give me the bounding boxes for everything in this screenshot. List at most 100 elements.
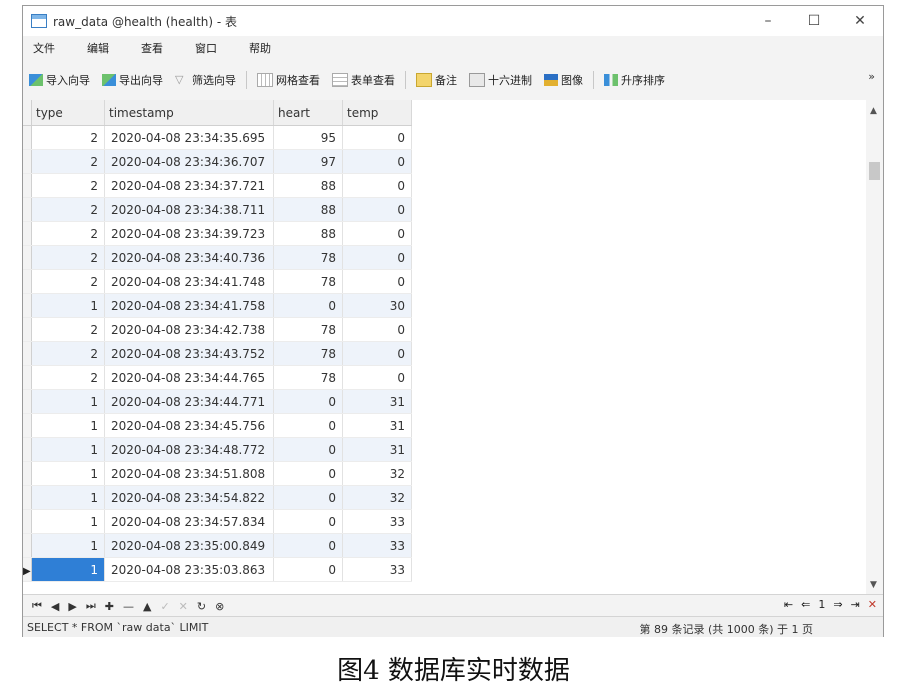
column-header-timestamp[interactable]: timestamp [104, 100, 274, 126]
row-indicator[interactable] [23, 197, 32, 222]
cell-type[interactable]: 1 [31, 485, 105, 510]
table-row[interactable]: 1 2020-04-08 23:34:48.772 0 31 [23, 437, 412, 462]
prev-page-button[interactable]: ⇐ [801, 598, 810, 611]
cell-type[interactable]: 2 [31, 317, 105, 342]
cell-timestamp[interactable]: 2020-04-08 23:34:42.738 [104, 317, 274, 342]
cell-temp[interactable]: 0 [342, 221, 412, 246]
cell-heart[interactable]: 78 [273, 269, 343, 294]
table-row[interactable]: 2 2020-04-08 23:34:39.723 88 0 [23, 221, 412, 246]
cell-temp[interactable]: 30 [342, 293, 412, 318]
cell-type[interactable]: 2 [31, 197, 105, 222]
cell-timestamp[interactable]: 2020-04-08 23:34:57.834 [104, 509, 274, 534]
cell-timestamp[interactable]: 2020-04-08 23:34:41.758 [104, 293, 274, 318]
cell-heart[interactable]: 88 [273, 197, 343, 222]
cell-timestamp[interactable]: 2020-04-08 23:34:43.752 [104, 341, 274, 366]
image-button[interactable]: 图像 [544, 72, 583, 88]
cell-timestamp[interactable]: 2020-04-08 23:34:36.707 [104, 149, 274, 174]
cell-type[interactable]: 2 [31, 245, 105, 270]
cell-timestamp[interactable]: 2020-04-08 23:34:44.765 [104, 365, 274, 390]
table-row[interactable]: 1 2020-04-08 23:35:00.849 0 33 [23, 533, 412, 558]
row-indicator[interactable] [23, 485, 32, 510]
cell-temp[interactable]: 0 [342, 341, 412, 366]
cell-type[interactable]: 2 [31, 221, 105, 246]
move-up-button[interactable]: ▲ [143, 600, 151, 613]
hex-button[interactable]: 十六进制 [469, 72, 532, 88]
memo-button[interactable]: 备注 [416, 72, 457, 88]
row-indicator[interactable] [23, 461, 32, 486]
cell-timestamp[interactable]: 2020-04-08 23:34:48.772 [104, 437, 274, 462]
cell-temp[interactable]: 0 [342, 317, 412, 342]
table-row[interactable]: 2 2020-04-08 23:34:38.711 88 0 [23, 197, 412, 222]
last-record-button[interactable]: ⏭ [86, 599, 96, 613]
form-view-button[interactable]: 表单查看 [332, 72, 395, 88]
row-indicator[interactable] [23, 533, 32, 558]
cell-temp[interactable]: 33 [342, 509, 412, 534]
last-page-button[interactable]: ⇥ [851, 598, 860, 611]
row-indicator[interactable] [23, 125, 32, 150]
sort-asc-button[interactable]: 升序排序 [604, 72, 665, 88]
table-row[interactable]: 2 2020-04-08 23:34:40.736 78 0 [23, 245, 412, 270]
menu-view[interactable]: 查看 [141, 40, 163, 56]
table-row[interactable]: ▶ 1 2020-04-08 23:35:03.863 0 33 [23, 557, 412, 582]
cell-heart[interactable]: 0 [273, 485, 343, 510]
cell-timestamp[interactable]: 2020-04-08 23:34:51.808 [104, 461, 274, 486]
cell-heart[interactable]: 0 [273, 557, 343, 582]
cell-timestamp[interactable]: 2020-04-08 23:35:00.849 [104, 533, 274, 558]
row-indicator[interactable] [23, 317, 32, 342]
row-indicator[interactable] [23, 245, 32, 270]
row-indicator[interactable] [23, 173, 32, 198]
cell-temp[interactable]: 31 [342, 389, 412, 414]
cell-timestamp[interactable]: 2020-04-08 23:34:41.748 [104, 269, 274, 294]
table-row[interactable]: 2 2020-04-08 23:34:43.752 78 0 [23, 341, 412, 366]
cell-heart[interactable]: 78 [273, 341, 343, 366]
cell-temp[interactable]: 31 [342, 437, 412, 462]
menu-help[interactable]: 帮助 [249, 40, 271, 56]
apply-changes-button[interactable]: ✓ [160, 600, 169, 613]
cell-timestamp[interactable]: 2020-04-08 23:35:03.863 [104, 557, 274, 582]
table-row[interactable]: 1 2020-04-08 23:34:57.834 0 33 [23, 509, 412, 534]
table-row[interactable]: 2 2020-04-08 23:34:41.748 78 0 [23, 269, 412, 294]
cell-type[interactable]: 2 [31, 341, 105, 366]
cell-type[interactable]: 1 [31, 533, 105, 558]
scroll-down-icon[interactable]: ▼ [870, 580, 877, 590]
maximize-button[interactable]: ☐ [791, 6, 837, 36]
delete-record-button[interactable]: — [123, 600, 134, 613]
cell-type[interactable]: 2 [31, 125, 105, 150]
cell-temp[interactable]: 0 [342, 173, 412, 198]
table-row[interactable]: 1 2020-04-08 23:34:54.822 0 32 [23, 485, 412, 510]
cell-heart[interactable]: 95 [273, 125, 343, 150]
column-header-temp[interactable]: temp [342, 100, 412, 126]
page-number[interactable]: 1 [818, 598, 825, 611]
row-indicator[interactable] [23, 221, 32, 246]
stop-button[interactable]: ⊗ [215, 600, 224, 613]
cell-type[interactable]: 1 [31, 293, 105, 318]
cell-type[interactable]: 1 [31, 413, 105, 438]
cell-heart[interactable]: 97 [273, 149, 343, 174]
cell-heart[interactable]: 78 [273, 245, 343, 270]
cell-type[interactable]: 1 [31, 389, 105, 414]
cell-timestamp[interactable]: 2020-04-08 23:34:39.723 [104, 221, 274, 246]
export-wizard-button[interactable]: 导出向导 [102, 72, 163, 88]
cell-timestamp[interactable]: 2020-04-08 23:34:54.822 [104, 485, 274, 510]
cell-timestamp[interactable]: 2020-04-08 23:34:35.695 [104, 125, 274, 150]
vertical-scrollbar[interactable]: ▲ ▼ [866, 100, 883, 594]
table-row[interactable]: 2 2020-04-08 23:34:35.695 95 0 [23, 125, 412, 150]
menu-edit[interactable]: 编辑 [87, 40, 109, 56]
grid-view-button[interactable]: 网格查看 [257, 72, 320, 88]
table-row[interactable]: 1 2020-04-08 23:34:51.808 0 32 [23, 461, 412, 486]
cell-timestamp[interactable]: 2020-04-08 23:34:45.756 [104, 413, 274, 438]
table-row[interactable]: 1 2020-04-08 23:34:44.771 0 31 [23, 389, 412, 414]
cell-temp[interactable]: 0 [342, 365, 412, 390]
cell-temp[interactable]: 32 [342, 461, 412, 486]
cell-temp[interactable]: 32 [342, 485, 412, 510]
prev-record-button[interactable]: ◀ [51, 600, 59, 613]
cell-type[interactable]: 1 [31, 509, 105, 534]
minimize-button[interactable]: – [745, 6, 791, 36]
cell-type[interactable]: 2 [31, 149, 105, 174]
row-indicator[interactable] [23, 365, 32, 390]
refresh-button[interactable]: ↻ [197, 600, 206, 613]
cell-timestamp[interactable]: 2020-04-08 23:34:40.736 [104, 245, 274, 270]
cell-heart[interactable]: 88 [273, 173, 343, 198]
row-indicator[interactable] [23, 149, 32, 174]
cell-heart[interactable]: 0 [273, 413, 343, 438]
